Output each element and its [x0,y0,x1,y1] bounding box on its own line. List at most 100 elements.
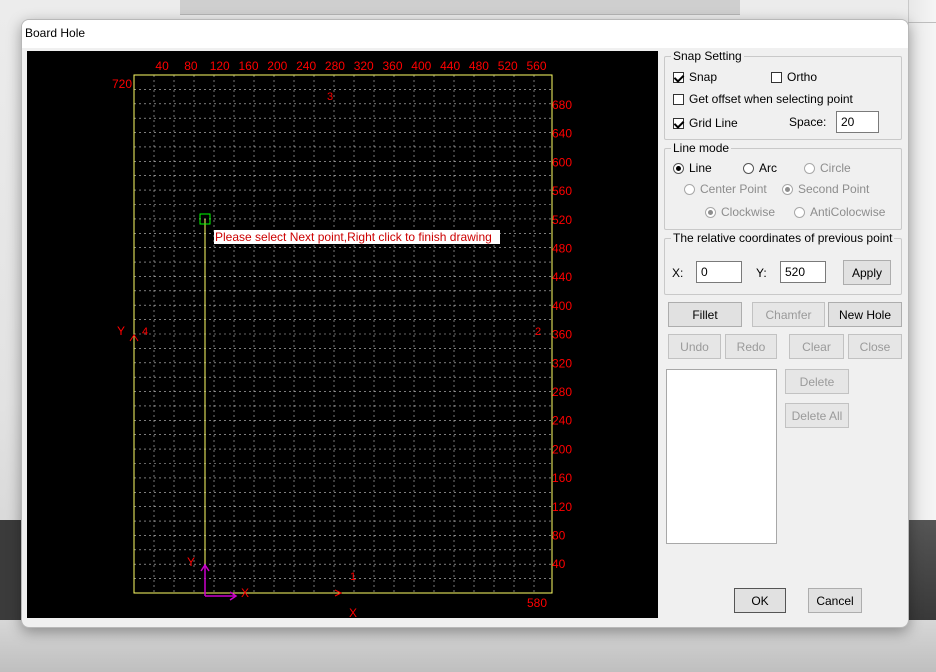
relative-coords-legend: The relative coordinates of previous poi… [671,231,895,245]
window-title: Board Hole [25,26,86,40]
y-input[interactable] [780,261,826,283]
corner-bottom-right-label: 580 [527,596,547,610]
arc-radio[interactable]: Arc [743,161,777,175]
right-tick-label: 360 [552,328,572,342]
snap-label: Snap [689,70,718,84]
anticlockwise-radio-icon[interactable] [794,206,805,218]
line-radio[interactable]: Line [673,161,712,175]
line-radio-label: Line [689,161,712,175]
right-tick-label: 440 [552,270,572,284]
snap-check-icon[interactable] [673,71,684,83]
hole-list[interactable] [666,369,777,544]
delete-all-button[interactable]: Delete All [785,403,849,428]
grid-lines [134,75,552,593]
snap-setting-legend: Snap Setting [671,49,744,63]
fillet-button[interactable]: Fillet [668,302,742,327]
offset-check-icon[interactable] [673,93,684,105]
circle-radio-icon[interactable] [804,162,815,174]
top-tick-label: 560 [527,59,547,73]
chamfer-button[interactable]: Chamfer [752,302,825,327]
bottom-axis-label: X [349,606,357,618]
ok-button[interactable]: OK [734,588,786,613]
center-point-radio-icon[interactable] [684,183,695,195]
grid-line-checkbox[interactable]: Grid Line [673,116,738,130]
right-tick-label: 80 [552,529,566,543]
grid-line-label: Grid Line [689,116,738,130]
apply-button[interactable]: Apply [843,260,891,285]
cancel-button[interactable]: Cancel [808,588,862,613]
top-tick-label: 480 [469,59,489,73]
right-tick-label: 600 [552,155,572,169]
space-input[interactable] [836,111,879,133]
x-input[interactable] [696,261,742,283]
anticlockwise-label: AntiColocwise [810,205,886,219]
close-button[interactable]: Close [848,334,902,359]
edge-marker-bottom: 1 [350,571,356,583]
background-cabinet-line [908,22,936,23]
corner-top-left-label: 720 [112,77,132,91]
right-tick-label: 120 [552,500,572,514]
drawing-svg[interactable]: 40 80 120 160 200 240 280 320 360 400 440 480 520 560… [27,51,658,618]
title-bar: Board Hole [22,20,908,48]
second-point-radio-icon[interactable] [782,183,793,195]
top-tick-label: 360 [383,59,403,73]
top-tick-label: 240 [296,59,316,73]
top-tick-label: 400 [411,59,431,73]
clockwise-label: Clockwise [721,205,776,219]
grid-line-check-icon[interactable] [673,117,684,129]
background-shelf [180,0,740,15]
delete-button[interactable]: Delete [785,369,849,394]
center-point-radio[interactable]: Center Point [684,182,767,196]
edge-marker-top: 3 [327,91,333,103]
anticlockwise-radio[interactable]: AntiColocwise [794,205,885,219]
top-tick-label: 520 [498,59,518,73]
new-hole-button[interactable]: New Hole [828,302,902,327]
right-tick-label: 680 [552,98,572,112]
second-point-radio[interactable]: Second Point [782,182,869,196]
right-tick-label: 280 [552,385,572,399]
redo-button[interactable]: Redo [725,334,777,359]
right-tick-label: 40 [552,557,566,571]
origin-y-label: Y [187,555,195,569]
top-tick-label: 40 [155,59,169,73]
y-label: Y: [756,266,767,280]
circle-radio[interactable]: Circle [804,161,851,175]
offset-label: Get offset when selecting point [689,92,853,106]
right-tick-label: 560 [552,184,572,198]
background-cabinet [908,0,936,520]
drawing-canvas[interactable]: 40 80 120 160 200 240 280 320 360 400 440 480 520 560… [27,51,658,618]
center-point-label: Center Point [700,182,767,196]
ortho-checkbox[interactable]: Ortho [771,70,817,84]
left-axis-label: Y [117,324,125,338]
clear-button[interactable]: Clear [789,334,844,359]
hint-tooltip: Please select Next point,Right click to … [215,230,492,244]
line-radio-icon[interactable] [673,162,684,174]
line-mode-legend: Line mode [671,141,732,155]
right-tick-label: 200 [552,442,572,456]
arc-radio-icon[interactable] [743,162,754,174]
snap-checkbox[interactable]: Snap [673,70,717,84]
arc-radio-label: Arc [759,161,777,175]
ortho-label: Ortho [787,70,818,84]
top-tick-label: 160 [239,59,259,73]
board-hole-dialog: Board Hole 40 80 120 160 200 240 280 320 360 400 4… [21,19,909,628]
undo-button[interactable]: Undo [668,334,721,359]
top-tick-label: 440 [440,59,460,73]
axis-ticks: 40 80 120 160 200 240 280 320 360 400 440 480 520 560… [155,59,572,571]
x-label: X: [672,266,684,280]
top-tick-label: 120 [210,59,230,73]
circle-radio-label: Circle [820,161,851,175]
origin-x-label: X [241,586,249,600]
right-tick-label: 320 [552,356,572,370]
space-label: Space: [789,115,827,129]
clockwise-radio-icon[interactable] [705,206,716,218]
offset-checkbox[interactable]: Get offset when selecting point [673,92,853,106]
top-tick-label: 320 [354,59,374,73]
clockwise-radio[interactable]: Clockwise [705,205,775,219]
second-point-label: Second Point [798,182,870,196]
top-tick-label: 80 [184,59,198,73]
right-tick-label: 160 [552,471,572,485]
ortho-check-icon[interactable] [771,71,782,83]
right-tick-label: 400 [552,299,572,313]
right-tick-label: 240 [552,414,572,428]
